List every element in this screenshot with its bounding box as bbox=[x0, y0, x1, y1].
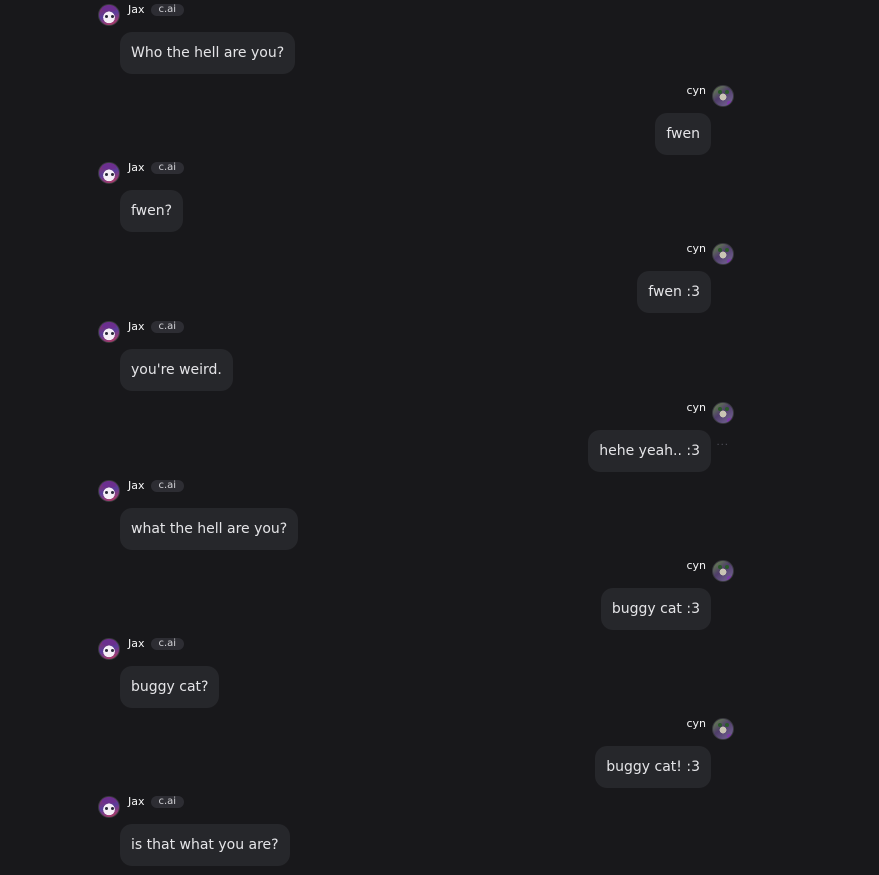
cai-badge: c.ai bbox=[150, 480, 185, 492]
user-name: cyn bbox=[686, 559, 706, 572]
message-header: cyn bbox=[686, 402, 734, 424]
message-bubble[interactable]: what the hell are you? bbox=[120, 508, 299, 550]
character-name[interactable]: Jax bbox=[128, 321, 145, 333]
cyn-avatar-icon[interactable] bbox=[712, 402, 734, 424]
user-name: cyn bbox=[686, 242, 706, 255]
cyn-avatar-icon[interactable] bbox=[712, 718, 734, 740]
message-header: Jax c.ai bbox=[98, 480, 185, 504]
jax-avatar-icon[interactable] bbox=[98, 4, 120, 26]
message-header: cyn bbox=[686, 243, 734, 265]
chat-thread: Jax c.ai Who the hell are you? cyn fwen … bbox=[0, 0, 879, 875]
jax-avatar-icon[interactable] bbox=[98, 480, 120, 502]
more-options-icon[interactable]: ··· bbox=[716, 440, 729, 451]
cai-badge: c.ai bbox=[150, 638, 185, 650]
message-bubble[interactable]: fwen bbox=[655, 113, 711, 155]
message-bubble[interactable]: fwen :3 bbox=[637, 271, 711, 313]
cai-badge: c.ai bbox=[150, 796, 185, 808]
message-bubble[interactable]: buggy cat :3 bbox=[600, 588, 711, 630]
character-name[interactable]: Jax bbox=[128, 162, 145, 174]
message-bubble[interactable]: buggy cat! :3 bbox=[595, 746, 711, 788]
jax-avatar-icon[interactable] bbox=[98, 321, 120, 343]
cai-badge: c.ai bbox=[150, 321, 185, 333]
message-header: cyn bbox=[686, 560, 734, 582]
message-bubble[interactable]: is that what you are? bbox=[120, 824, 290, 866]
message-header: Jax c.ai bbox=[98, 638, 185, 662]
message-bubble[interactable]: you're weird. bbox=[120, 349, 233, 391]
character-name[interactable]: Jax bbox=[128, 480, 145, 492]
message-bubble[interactable]: hehe yeah.. :3 bbox=[588, 430, 711, 472]
cai-badge: c.ai bbox=[150, 4, 185, 16]
jax-avatar-icon[interactable] bbox=[98, 162, 120, 184]
message-header: Jax c.ai bbox=[98, 4, 185, 28]
cyn-avatar-icon[interactable] bbox=[712, 85, 734, 107]
user-name: cyn bbox=[686, 84, 706, 97]
jax-avatar-icon[interactable] bbox=[98, 638, 120, 660]
user-name: cyn bbox=[686, 717, 706, 730]
message-header: Jax c.ai bbox=[98, 796, 185, 820]
message-header: cyn bbox=[686, 85, 734, 107]
message-header: cyn bbox=[686, 718, 734, 740]
cyn-avatar-icon[interactable] bbox=[712, 560, 734, 582]
user-name: cyn bbox=[686, 401, 706, 414]
character-name[interactable]: Jax bbox=[128, 796, 145, 808]
character-name[interactable]: Jax bbox=[128, 638, 145, 650]
message-bubble[interactable]: buggy cat? bbox=[120, 666, 220, 708]
cyn-avatar-icon[interactable] bbox=[712, 243, 734, 265]
jax-avatar-icon[interactable] bbox=[98, 796, 120, 818]
message-bubble[interactable]: Who the hell are you? bbox=[120, 32, 296, 74]
message-header: Jax c.ai bbox=[98, 162, 185, 186]
cai-badge: c.ai bbox=[150, 162, 185, 174]
message-header: Jax c.ai bbox=[98, 321, 185, 345]
message-bubble[interactable]: fwen? bbox=[120, 190, 184, 232]
character-name[interactable]: Jax bbox=[128, 4, 145, 16]
